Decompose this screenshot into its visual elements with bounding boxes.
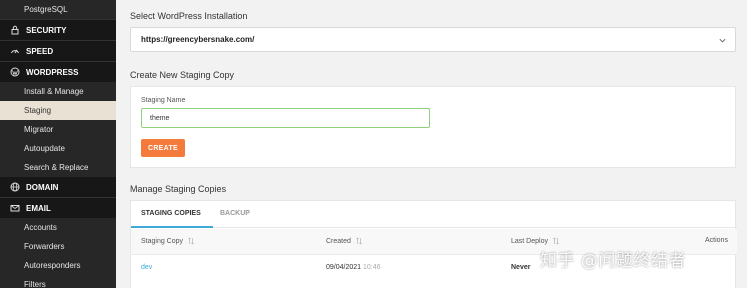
wordpress-icon	[8, 66, 22, 78]
lock-icon	[8, 24, 22, 36]
sidebar-item-forwarders[interactable]: Forwarders	[0, 237, 116, 256]
sidebar-item-postgresql[interactable]: PostgreSQL	[0, 0, 116, 19]
installation-select-value: https://greencybersnake.com/	[141, 35, 255, 44]
sort-icon	[188, 237, 194, 245]
sidebar-item-email[interactable]: EMAIL	[0, 198, 116, 218]
staging-name-label: Staging Name	[141, 97, 186, 104]
sort-icon	[356, 237, 362, 245]
column-last-deploy[interactable]: Last Deploy	[511, 237, 559, 245]
sidebar-item-label: Forwarders	[24, 242, 65, 251]
select-installation-title: Select WordPress Installation	[130, 11, 248, 21]
sidebar: PostgreSQL SECURITY SPEED WORDPRESS Inst…	[0, 0, 116, 288]
created-cell: 09/04/2021 10:46	[326, 264, 381, 271]
column-staging-copy[interactable]: Staging Copy	[141, 237, 194, 245]
main-content: Select WordPress Installation https://gr…	[116, 0, 747, 288]
staging-name-input[interactable]: theme	[141, 108, 430, 128]
sidebar-item-label: Accounts	[24, 223, 57, 232]
sidebar-item-search-replace[interactable]: Search & Replace	[0, 158, 116, 177]
globe-icon	[8, 181, 22, 193]
manage-staging-title: Manage Staging Copies	[130, 184, 227, 194]
speed-icon	[8, 45, 22, 57]
create-button[interactable]: CREATE	[141, 139, 185, 157]
sidebar-item-label: Filters	[24, 280, 46, 288]
sidebar-item-label: Staging	[24, 106, 52, 115]
sidebar-item-speed[interactable]: SPEED	[0, 41, 116, 61]
sidebar-item-label: Migrator	[24, 125, 54, 134]
tab-backup[interactable]: BACKUP	[220, 210, 250, 217]
create-staging-title: Create New Staging Copy	[130, 70, 235, 80]
sidebar-item-staging[interactable]: Staging	[0, 101, 116, 120]
sidebar-item-label: Autoupdate	[24, 144, 65, 153]
sidebar-item-install-manage[interactable]: Install & Manage	[0, 82, 116, 101]
sidebar-item-autoupdate[interactable]: Autoupdate	[0, 139, 116, 158]
sidebar-item-wordpress[interactable]: WORDPRESS	[0, 62, 116, 82]
column-actions: Actions	[705, 237, 728, 244]
column-created[interactable]: Created	[326, 237, 362, 245]
sidebar-item-label: Search & Replace	[24, 163, 89, 172]
staging-copy-link[interactable]: dev	[141, 264, 152, 271]
sidebar-item-label: EMAIL	[26, 203, 51, 213]
sidebar-item-autoresponders[interactable]: Autoresponders	[0, 256, 116, 275]
sidebar-item-label: SPEED	[26, 46, 54, 56]
sidebar-item-label: PostgreSQL	[24, 5, 68, 14]
staging-name-value: theme	[150, 114, 170, 122]
create-staging-card: Staging Name theme CREATE	[130, 86, 736, 168]
sidebar-item-label: SECURITY	[26, 25, 67, 35]
sidebar-item-label: WORDPRESS	[26, 67, 79, 77]
watermark: 知乎 @问题终结者	[540, 251, 686, 271]
manage-staging-card: STAGING COPIES BACKUP Staging Copy Creat…	[130, 200, 737, 288]
sidebar-item-migrator[interactable]: Migrator	[0, 120, 116, 139]
sidebar-item-label: Install & Manage	[24, 87, 84, 96]
column-label: Created	[326, 237, 351, 245]
column-label: Actions	[705, 237, 728, 244]
mail-icon	[8, 202, 22, 214]
chevron-down-icon	[719, 38, 726, 43]
last-deploy-cell: Never	[511, 264, 531, 271]
column-label: Last Deploy	[511, 237, 548, 245]
sort-icon	[553, 237, 559, 245]
active-tab-indicator	[131, 226, 213, 228]
created-date: 09/04/2021	[326, 264, 362, 271]
sidebar-item-label: Autoresponders	[24, 261, 81, 270]
tab-staging-copies[interactable]: STAGING COPIES	[141, 210, 201, 217]
sidebar-item-accounts[interactable]: Accounts	[0, 218, 116, 237]
staging-tabs: STAGING COPIES BACKUP	[131, 201, 737, 228]
created-time: 10:46	[363, 264, 381, 271]
installation-select[interactable]: https://greencybersnake.com/	[130, 27, 736, 52]
sidebar-item-security[interactable]: SECURITY	[0, 20, 116, 40]
column-label: Staging Copy	[141, 237, 184, 245]
sidebar-item-domain[interactable]: DOMAIN	[0, 177, 116, 197]
sidebar-item-label: DOMAIN	[26, 182, 59, 192]
sidebar-item-filters[interactable]: Filters	[0, 275, 116, 288]
